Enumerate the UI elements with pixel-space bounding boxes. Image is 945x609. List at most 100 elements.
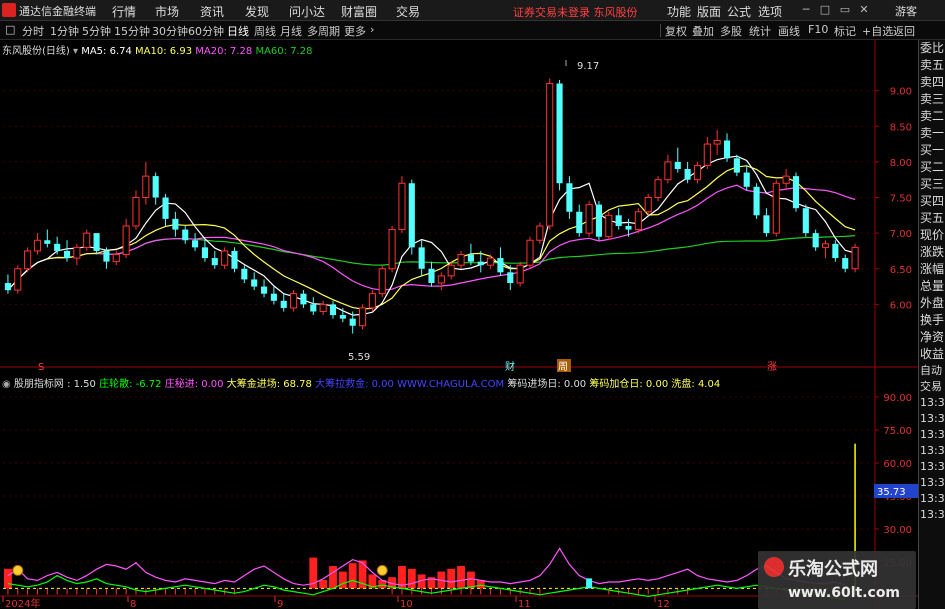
period-more[interactable]: 更多	[344, 23, 366, 39]
candle-body	[467, 254, 474, 262]
btn-huaxian[interactable]: 画线	[778, 23, 800, 39]
menu-gongneng[interactable]: 功能	[667, 3, 691, 20]
stock-name-title: 东风股份	[593, 6, 638, 19]
candle-body	[270, 293, 277, 301]
btn-f10[interactable]: F10	[808, 23, 828, 36]
sub-row-9: 13:32	[920, 508, 945, 521]
marker-cai: 财	[505, 360, 515, 373]
menu-wenxiaoda[interactable]: 问小达	[289, 3, 325, 20]
candle-body	[44, 240, 51, 244]
trade-notice[interactable]: 证券交易未登录 东风股份	[513, 4, 638, 20]
guest-label[interactable]: 游客	[895, 3, 917, 19]
kline-chart[interactable]: 9.00 8.50 8.00 7.50 7.00 6.50 6.00 90.00 75.00 6…	[0, 40, 918, 609]
candle	[516, 261, 524, 287]
candle-body	[526, 239, 534, 266]
maximize-icon[interactable]: □	[818, 3, 832, 17]
candle	[772, 179, 780, 237]
btn-duogu[interactable]: 多股	[720, 23, 742, 39]
period-week[interactable]: 周线	[254, 23, 276, 39]
sub-row-7: 13:32	[920, 476, 945, 489]
menu-jiaoyi[interactable]: 交易	[396, 3, 420, 20]
date-tick-label: 12	[657, 599, 670, 609]
candle	[851, 243, 859, 273]
candle-body	[832, 243, 839, 259]
period-15min[interactable]: 15分钟	[114, 23, 150, 39]
candle-body	[418, 247, 425, 269]
menu-xuanxiang[interactable]: 选项	[758, 3, 782, 20]
period-multi[interactable]: 多周期	[307, 23, 340, 39]
candle	[546, 78, 554, 230]
candle	[368, 290, 376, 312]
red-volume-bar	[3, 568, 12, 589]
price-tick-label: 8.50	[890, 122, 912, 133]
candle-body	[310, 304, 317, 312]
btn-biaoji[interactable]: 标记	[834, 23, 856, 39]
period-30min[interactable]: 30分钟	[152, 23, 188, 39]
candle	[526, 236, 534, 269]
period-fenshi[interactable]: 分时	[22, 23, 44, 39]
btn-tongji[interactable]: 统计	[749, 23, 771, 39]
period-60min[interactable]: 60分钟	[188, 23, 224, 39]
date-tick-label: 11	[518, 599, 531, 609]
quote-row-17: 收益	[920, 347, 945, 361]
candle-body	[634, 211, 642, 231]
menu-caifuquan[interactable]: 财富圈	[341, 3, 377, 20]
candle-body	[260, 286, 268, 294]
sub-row-4: 13:32	[920, 428, 945, 441]
signal-circle-icon	[376, 564, 388, 576]
dropdown-icon[interactable]: ▾	[73, 46, 81, 57]
quote-row-13: 总量	[920, 279, 945, 293]
menu-gongshi[interactable]: 公式	[727, 3, 751, 20]
period-day[interactable]: 日线	[227, 23, 249, 39]
candle-body	[329, 304, 337, 316]
indicator-dachoujin: 大筹拉救金: 0.00	[315, 379, 394, 390]
candle-body	[585, 204, 593, 234]
candle-body	[566, 183, 573, 212]
candle-body	[605, 214, 613, 238]
indicator-zhuangjin: 庄秘进: 0.00	[164, 379, 224, 390]
chevron-right-icon[interactable]: ›	[370, 23, 374, 36]
price-tick-label: 8.00	[890, 158, 912, 169]
period-1min[interactable]: 1分钟	[50, 23, 79, 39]
menu-faxian[interactable]: 发现	[245, 3, 269, 20]
close-icon[interactable]: ✕	[857, 3, 871, 17]
candle	[644, 193, 652, 216]
candle-body	[408, 183, 415, 248]
cyan-marker-bar	[586, 578, 593, 589]
menu-shichang[interactable]: 市场	[155, 3, 179, 20]
date-tick-label: 8	[130, 599, 136, 609]
candle-body	[182, 229, 189, 241]
btn-fanhui[interactable]: 返回	[893, 23, 915, 39]
candle-body	[201, 247, 208, 259]
red-volume-bar	[407, 568, 416, 589]
indicator-site: WWW.CHAGULA.COM	[397, 379, 505, 390]
candle	[654, 176, 662, 202]
quote-row-11: 涨跌	[920, 245, 945, 259]
candle-body	[33, 239, 42, 252]
candle	[221, 247, 229, 269]
minimize-icon[interactable]: ─	[799, 3, 813, 17]
square-icon[interactable]: □	[5, 23, 15, 36]
menu-zixun[interactable]: 资讯	[200, 3, 224, 20]
candle-body	[703, 143, 711, 166]
restore-icon[interactable]: ▭	[838, 3, 852, 17]
price-tick-label: 9.00	[890, 87, 912, 98]
candle-body	[172, 218, 179, 230]
settings-circle-icon[interactable]: ◉	[2, 379, 14, 390]
candle	[388, 226, 396, 273]
candle-body	[63, 250, 71, 259]
candle-body	[221, 250, 229, 266]
menu-banmian[interactable]: 版面	[697, 3, 721, 20]
menu-hangqing[interactable]: 行情	[112, 3, 136, 20]
period-toolbar: □ 分时 1分钟 5分钟 15分钟 30分钟 60分钟 日线 周线 月线 多周期…	[0, 21, 945, 40]
btn-diejia[interactable]: 叠加	[692, 23, 714, 39]
ma20-label: MA20: 7.28	[195, 46, 253, 57]
title-bar: 通达信金融终端 行情 市场 资讯 发现 问小达 财富圈 交易 证券交易未登录 东…	[0, 0, 945, 21]
candle-body	[73, 246, 81, 259]
period-month[interactable]: 月线	[280, 23, 302, 39]
period-5min[interactable]: 5分钟	[82, 23, 111, 39]
btn-zixuan[interactable]: +自选	[862, 23, 893, 39]
quote-row-7: 买三	[920, 177, 945, 191]
btn-fuquan[interactable]: 复权	[665, 23, 687, 39]
indicator-name: 股朋指标网 : 1.50	[13, 379, 96, 390]
